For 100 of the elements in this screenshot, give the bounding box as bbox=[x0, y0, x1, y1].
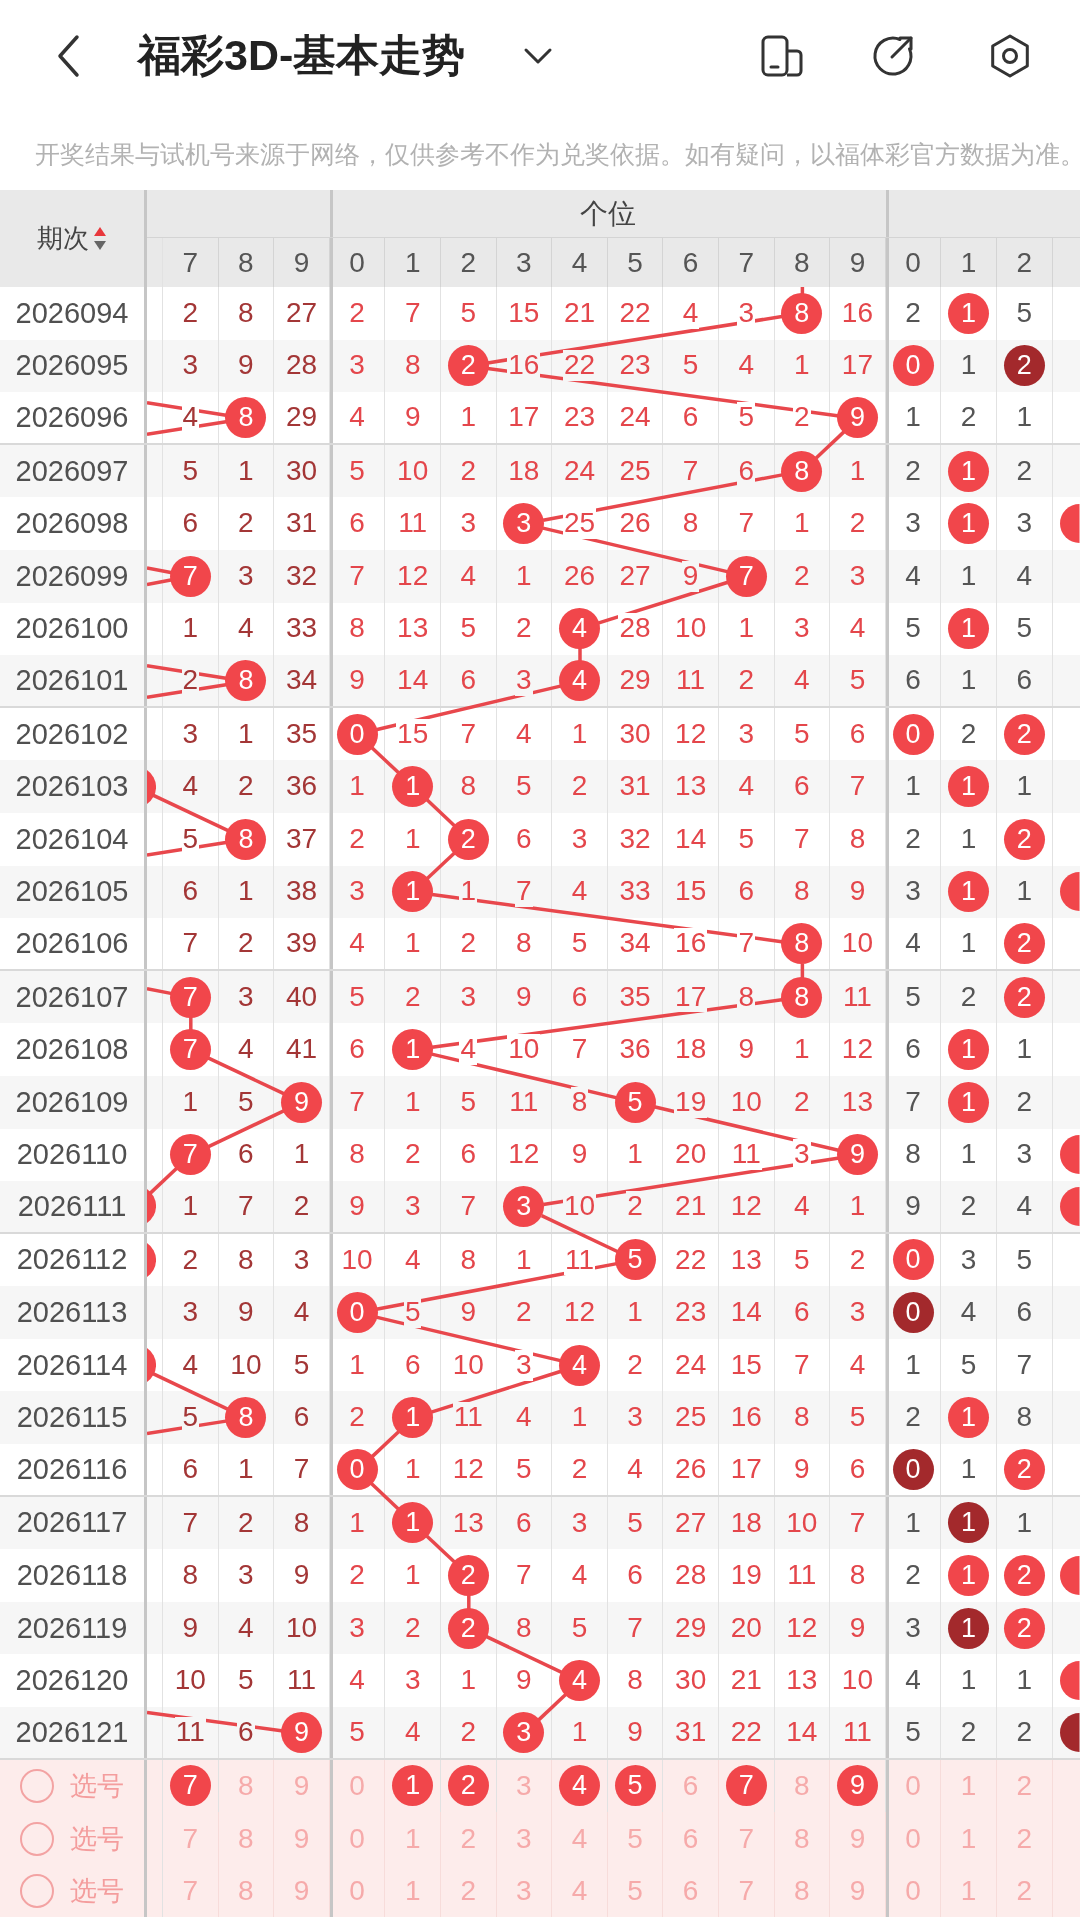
share-icon[interactable] bbox=[871, 34, 915, 78]
table-cell: 10 bbox=[718, 1075, 775, 1129]
settings-icon[interactable] bbox=[988, 34, 1032, 78]
number-option[interactable]: 5 bbox=[607, 1864, 664, 1918]
table-cell: 2 bbox=[885, 812, 942, 866]
hit-number: 8 bbox=[225, 397, 267, 438]
number-option[interactable]: 2 bbox=[440, 1812, 497, 1865]
table-cell: 15 bbox=[718, 1338, 775, 1392]
number-option[interactable]: 5 bbox=[607, 1812, 664, 1865]
table-cell: 21 bbox=[552, 287, 608, 340]
number-option[interactable]: 8 bbox=[774, 1812, 831, 1865]
number-option[interactable]: 7 bbox=[163, 1812, 219, 1865]
table-cell: 2 bbox=[552, 760, 608, 813]
table-cell: 1 bbox=[218, 707, 275, 761]
number-option[interactable]: 6 bbox=[663, 1812, 719, 1865]
table-cell: 3 bbox=[329, 865, 386, 919]
number-option[interactable]: 1 bbox=[385, 1812, 441, 1865]
number-option[interactable]: 1 bbox=[385, 1864, 441, 1918]
number-option[interactable]: 2 bbox=[996, 1812, 1053, 1865]
number-option[interactable]: 8 bbox=[218, 1864, 275, 1918]
number-option[interactable]: 3 bbox=[496, 1864, 553, 1918]
number-option[interactable]: 2 bbox=[996, 1864, 1053, 1918]
table-cell: 6 bbox=[163, 1444, 219, 1495]
number-option[interactable]: 7 bbox=[725, 1765, 767, 1807]
hit-number: 2 bbox=[447, 345, 489, 387]
table-cell: 1 bbox=[941, 339, 997, 393]
pick-label[interactable]: 选号 bbox=[70, 1873, 124, 1910]
pick-label[interactable]: 选号 bbox=[70, 1820, 124, 1857]
table-cell: 3 bbox=[218, 549, 275, 603]
back-icon[interactable] bbox=[55, 34, 81, 78]
number-option[interactable]: 9 bbox=[836, 1765, 878, 1807]
table-cell: 23 bbox=[552, 392, 608, 443]
number-option[interactable]: 7 bbox=[163, 1864, 219, 1918]
hit-number: 0 bbox=[892, 1448, 934, 1490]
number-option[interactable]: 4 bbox=[552, 1864, 608, 1918]
table-cell: 12 bbox=[663, 707, 719, 761]
radio-button[interactable] bbox=[20, 1768, 54, 1803]
table-cell: 37 bbox=[274, 812, 330, 866]
number-option[interactable]: 9 bbox=[274, 1812, 330, 1865]
number-option[interactable]: 8 bbox=[774, 1864, 831, 1918]
number-option[interactable]: 3 bbox=[496, 1812, 553, 1865]
table-cell: 6 bbox=[996, 655, 1053, 706]
pick-label[interactable]: 选号 bbox=[70, 1767, 124, 1804]
number-option[interactable]: 1 bbox=[392, 1765, 434, 1807]
phone-icon[interactable] bbox=[760, 34, 804, 78]
hit-number: 1 bbox=[948, 292, 990, 334]
table-cell: 4 bbox=[552, 865, 608, 919]
trend-line bbox=[467, 1594, 471, 1610]
number-option[interactable]: 9 bbox=[830, 1864, 886, 1918]
number-option[interactable]: 7 bbox=[718, 1812, 775, 1865]
table-cell: 11 bbox=[274, 1654, 330, 1708]
table-cell: 1 bbox=[385, 1444, 441, 1495]
table-cell: 2 bbox=[941, 1181, 997, 1232]
table-cell: 8 bbox=[163, 1549, 219, 1602]
table-cell: 17 bbox=[718, 1444, 775, 1495]
number-option[interactable]: 4 bbox=[552, 1812, 608, 1865]
number-option[interactable]: 7 bbox=[169, 1765, 211, 1807]
table-cell: 36 bbox=[607, 1023, 664, 1076]
number-option[interactable]: 1 bbox=[941, 1812, 997, 1865]
chevron-down-icon[interactable] bbox=[523, 47, 554, 65]
number-option[interactable]: 8 bbox=[218, 1812, 275, 1865]
sort-icon[interactable] bbox=[93, 225, 107, 252]
number-option[interactable]: 5 bbox=[614, 1765, 656, 1807]
number-option[interactable]: 0 bbox=[329, 1864, 386, 1918]
table-cell: 3 bbox=[718, 287, 775, 340]
table-cell: 4 bbox=[329, 392, 386, 443]
number-option[interactable]: 0 bbox=[885, 1812, 942, 1865]
number-option[interactable]: 4 bbox=[558, 1765, 600, 1807]
hit-number: 8 bbox=[781, 292, 823, 334]
table-cell: 4 bbox=[885, 1654, 942, 1708]
number-option[interactable]: 7 bbox=[718, 1864, 775, 1918]
table-cell: 22 bbox=[607, 287, 664, 340]
period-number: 2026101 bbox=[0, 655, 147, 706]
table-cell: 31 bbox=[607, 760, 664, 813]
number-option[interactable]: 1 bbox=[941, 1864, 997, 1918]
table-cell: 9 bbox=[218, 1286, 275, 1339]
table-cell: 1 bbox=[329, 760, 386, 813]
radio-button[interactable] bbox=[20, 1821, 54, 1856]
table-cell: 7 bbox=[663, 444, 719, 498]
number-option[interactable]: 0 bbox=[885, 1864, 942, 1918]
number-option[interactable]: 2 bbox=[440, 1864, 497, 1918]
table-cell: 16 bbox=[718, 1391, 775, 1445]
table-cell: 10 bbox=[440, 1338, 497, 1392]
table-cell: 3 bbox=[385, 1181, 441, 1232]
hit-number: 2 bbox=[1003, 976, 1045, 1018]
number-option[interactable]: 0 bbox=[329, 1812, 386, 1865]
hit-number: 1 bbox=[948, 1397, 990, 1439]
radio-button[interactable] bbox=[20, 1874, 54, 1909]
table-cell: 36 bbox=[274, 760, 330, 813]
number-option[interactable]: 6 bbox=[663, 1864, 719, 1918]
number-option[interactable]: 9 bbox=[830, 1812, 886, 1865]
number-option[interactable]: 2 bbox=[447, 1765, 489, 1807]
table-cell: 10 bbox=[496, 1023, 553, 1076]
table-cell: 41 bbox=[274, 1023, 330, 1076]
hit-number: 8 bbox=[781, 976, 823, 1018]
table-cell: 2 bbox=[163, 655, 219, 706]
table-cell: 2 bbox=[774, 1075, 831, 1129]
hit-number: 8 bbox=[225, 1397, 267, 1439]
table-cell: 7 bbox=[607, 1601, 664, 1655]
number-option[interactable]: 9 bbox=[274, 1864, 330, 1918]
